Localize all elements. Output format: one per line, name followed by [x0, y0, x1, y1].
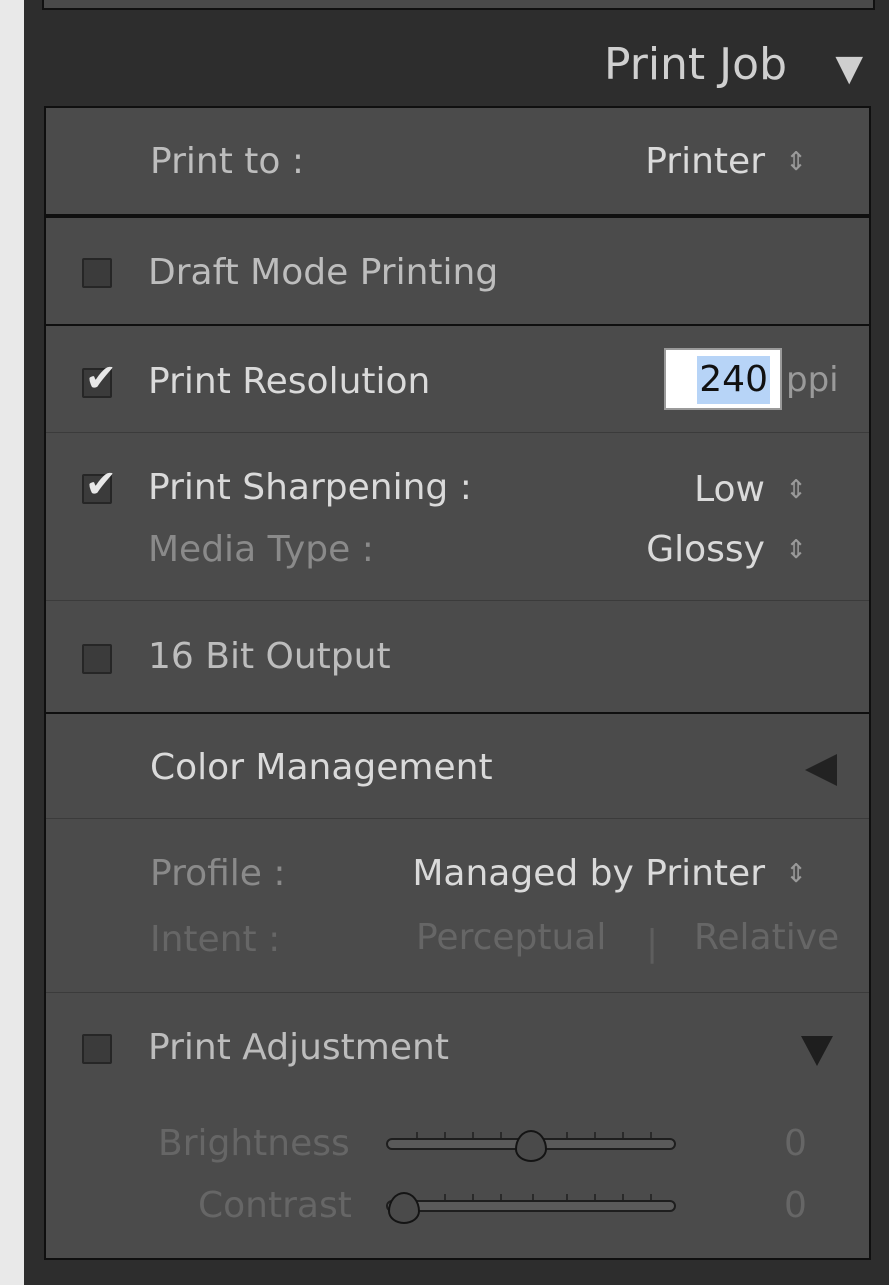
- slider-tick: [566, 1132, 568, 1138]
- triangle-left-icon[interactable]: [805, 754, 837, 786]
- print-to-select[interactable]: Printer: [645, 140, 765, 184]
- triangle-down-icon[interactable]: ▼: [835, 44, 863, 94]
- checkmark-icon: ✔: [85, 462, 117, 506]
- intent-separator: |: [646, 923, 659, 964]
- sharpening-select[interactable]: Low: [694, 468, 765, 512]
- brightness-slider-thumb[interactable]: [515, 1130, 547, 1162]
- slider-tick: [566, 1194, 568, 1200]
- print-adjustment-checkbox[interactable]: [82, 1034, 112, 1064]
- print-to-section: Print to : Printer ⇕: [44, 106, 871, 216]
- slider-tick: [622, 1132, 624, 1138]
- stepper-icon[interactable]: ⇕: [785, 468, 807, 512]
- print-resolution-label: Print Resolution: [148, 361, 431, 402]
- panel-header[interactable]: Print Job ▼: [24, 8, 889, 108]
- slider-tick: [444, 1194, 446, 1200]
- slider-tick: [472, 1132, 474, 1138]
- slider-tick: [622, 1194, 624, 1200]
- output-settings-section: ✔ Print Resolution 240 ppi ✔ Print Sharp…: [44, 324, 871, 714]
- profile-label: Profile :: [150, 853, 286, 894]
- contrast-slider[interactable]: [386, 1200, 676, 1212]
- divider: [46, 432, 869, 433]
- contrast-slider-thumb[interactable]: [388, 1192, 420, 1224]
- slider-tick: [444, 1132, 446, 1138]
- checkmark-icon: ✔: [85, 356, 117, 400]
- resolution-value: 240: [697, 356, 770, 404]
- profile-select[interactable]: Managed by Printer: [412, 852, 765, 896]
- draft-mode-checkbox[interactable]: [82, 258, 112, 288]
- print-job-panel: Print Job ▼ Print to : Printer ⇕ Draft M…: [24, 0, 889, 1285]
- print-sharpening-label: Print Sharpening :: [148, 467, 472, 508]
- slider-tick: [500, 1194, 502, 1200]
- print-adjustment-label: Print Adjustment: [148, 1027, 449, 1068]
- slider-tick: [650, 1194, 652, 1200]
- media-type-label: Media Type :: [148, 529, 374, 570]
- slider-tick: [650, 1132, 652, 1138]
- divider: [46, 992, 869, 993]
- color-management-section: Color Management Profile : Managed by Pr…: [44, 712, 871, 1260]
- divider: [46, 818, 869, 819]
- resolution-input[interactable]: 240: [664, 348, 782, 410]
- divider: [46, 600, 869, 601]
- triangle-down-icon[interactable]: [801, 1036, 833, 1066]
- contrast-label: Contrast: [198, 1185, 352, 1226]
- stepper-icon[interactable]: ⇕: [785, 852, 807, 896]
- stepper-icon[interactable]: ⇕: [785, 528, 807, 572]
- draft-mode-label: Draft Mode Printing: [148, 252, 499, 293]
- intent-label: Intent :: [150, 919, 281, 960]
- intent-perceptual-option[interactable]: Perceptual: [416, 916, 606, 960]
- media-type-select[interactable]: Glossy: [646, 528, 765, 572]
- slider-tick: [500, 1132, 502, 1138]
- resolution-unit: ppi: [786, 360, 839, 400]
- print-to-label: Print to :: [150, 141, 304, 182]
- intent-relative-option[interactable]: Relative: [694, 916, 839, 960]
- slider-tick: [472, 1194, 474, 1200]
- brightness-label: Brightness: [158, 1123, 350, 1164]
- print-sharpening-checkbox[interactable]: ✔: [82, 464, 117, 504]
- contrast-value: 0: [784, 1185, 807, 1226]
- 16bit-output-label: 16 Bit Output: [148, 636, 391, 677]
- print-resolution-checkbox[interactable]: ✔: [82, 358, 117, 398]
- panel-title: Print Job: [603, 39, 787, 90]
- slider-tick: [532, 1194, 534, 1200]
- slider-tick: [416, 1132, 418, 1138]
- stepper-icon[interactable]: ⇕: [785, 140, 807, 184]
- slider-tick: [594, 1194, 596, 1200]
- brightness-value: 0: [784, 1123, 807, 1164]
- color-management-title: Color Management: [150, 747, 493, 788]
- draft-mode-section: Draft Mode Printing: [44, 216, 871, 326]
- slider-tick: [594, 1132, 596, 1138]
- 16bit-output-checkbox[interactable]: [82, 644, 112, 674]
